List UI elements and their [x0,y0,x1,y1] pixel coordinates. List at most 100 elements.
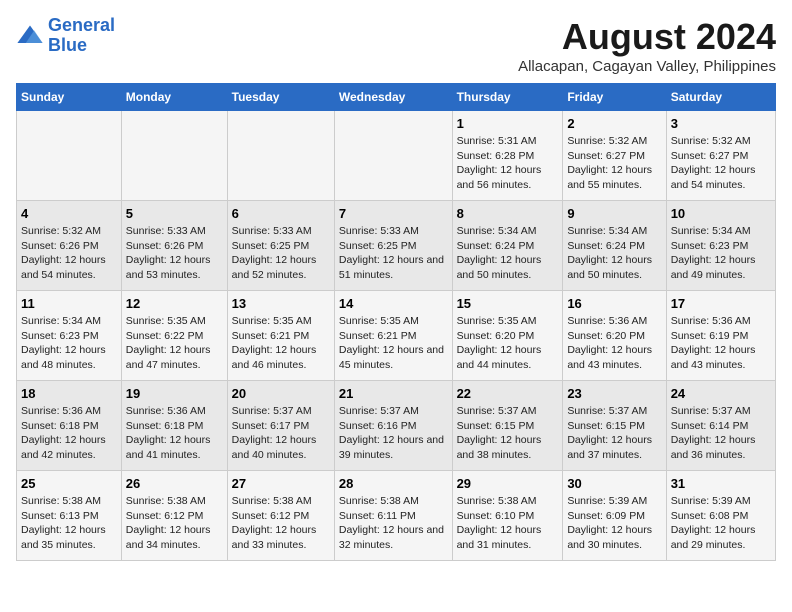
day-info: Sunrise: 5:38 AMSunset: 6:11 PMDaylight:… [339,495,444,551]
day-info: Sunrise: 5:37 AMSunset: 6:14 PMDaylight:… [671,405,756,461]
cell-4-1: 18 Sunrise: 5:36 AMSunset: 6:18 PMDaylig… [17,381,122,471]
day-number: 14 [339,296,448,311]
cell-1-3 [227,111,334,201]
logo-text: General Blue [48,16,115,56]
day-info: Sunrise: 5:35 AMSunset: 6:22 PMDaylight:… [126,315,211,371]
day-number: 6 [232,206,330,221]
day-number: 20 [232,386,330,401]
day-number: 13 [232,296,330,311]
day-info: Sunrise: 5:32 AMSunset: 6:26 PMDaylight:… [21,225,106,281]
week-row-2: 4 Sunrise: 5:32 AMSunset: 6:26 PMDayligh… [17,201,776,291]
day-info: Sunrise: 5:32 AMSunset: 6:27 PMDaylight:… [567,135,652,191]
cell-3-5: 15 Sunrise: 5:35 AMSunset: 6:20 PMDaylig… [452,291,563,381]
cell-4-7: 24 Sunrise: 5:37 AMSunset: 6:14 PMDaylig… [666,381,775,471]
day-number: 17 [671,296,771,311]
day-info: Sunrise: 5:34 AMSunset: 6:23 PMDaylight:… [671,225,756,281]
day-number: 28 [339,476,448,491]
cell-4-2: 19 Sunrise: 5:36 AMSunset: 6:18 PMDaylig… [121,381,227,471]
week-row-1: 1 Sunrise: 5:31 AMSunset: 6:28 PMDayligh… [17,111,776,201]
day-number: 2 [567,116,661,131]
day-info: Sunrise: 5:34 AMSunset: 6:24 PMDaylight:… [457,225,542,281]
day-number: 16 [567,296,661,311]
day-info: Sunrise: 5:37 AMSunset: 6:17 PMDaylight:… [232,405,317,461]
week-row-5: 25 Sunrise: 5:38 AMSunset: 6:13 PMDaylig… [17,471,776,561]
day-info: Sunrise: 5:33 AMSunset: 6:25 PMDaylight:… [232,225,317,281]
cell-1-7: 3 Sunrise: 5:32 AMSunset: 6:27 PMDayligh… [666,111,775,201]
col-saturday: Saturday [666,84,775,111]
day-info: Sunrise: 5:36 AMSunset: 6:19 PMDaylight:… [671,315,756,371]
day-number: 24 [671,386,771,401]
day-number: 12 [126,296,223,311]
cell-2-3: 6 Sunrise: 5:33 AMSunset: 6:25 PMDayligh… [227,201,334,291]
cell-5-5: 29 Sunrise: 5:38 AMSunset: 6:10 PMDaylig… [452,471,563,561]
cell-5-4: 28 Sunrise: 5:38 AMSunset: 6:11 PMDaylig… [334,471,452,561]
cell-2-6: 9 Sunrise: 5:34 AMSunset: 6:24 PMDayligh… [563,201,666,291]
cell-5-1: 25 Sunrise: 5:38 AMSunset: 6:13 PMDaylig… [17,471,122,561]
col-monday: Monday [121,84,227,111]
day-info: Sunrise: 5:38 AMSunset: 6:10 PMDaylight:… [457,495,542,551]
cell-2-4: 7 Sunrise: 5:33 AMSunset: 6:25 PMDayligh… [334,201,452,291]
day-number: 1 [457,116,559,131]
day-info: Sunrise: 5:36 AMSunset: 6:18 PMDaylight:… [126,405,211,461]
day-info: Sunrise: 5:39 AMSunset: 6:08 PMDaylight:… [671,495,756,551]
cell-3-7: 17 Sunrise: 5:36 AMSunset: 6:19 PMDaylig… [666,291,775,381]
day-number: 22 [457,386,559,401]
cell-5-7: 31 Sunrise: 5:39 AMSunset: 6:08 PMDaylig… [666,471,775,561]
cell-3-6: 16 Sunrise: 5:36 AMSunset: 6:20 PMDaylig… [563,291,666,381]
day-number: 15 [457,296,559,311]
day-info: Sunrise: 5:37 AMSunset: 6:15 PMDaylight:… [457,405,542,461]
day-number: 7 [339,206,448,221]
day-info: Sunrise: 5:33 AMSunset: 6:26 PMDaylight:… [126,225,211,281]
col-wednesday: Wednesday [334,84,452,111]
cell-5-2: 26 Sunrise: 5:38 AMSunset: 6:12 PMDaylig… [121,471,227,561]
day-info: Sunrise: 5:33 AMSunset: 6:25 PMDaylight:… [339,225,444,281]
main-title: August 2024 [518,16,776,58]
day-info: Sunrise: 5:39 AMSunset: 6:09 PMDaylight:… [567,495,652,551]
day-info: Sunrise: 5:38 AMSunset: 6:13 PMDaylight:… [21,495,106,551]
logo: General Blue [16,16,115,56]
cell-4-3: 20 Sunrise: 5:37 AMSunset: 6:17 PMDaylig… [227,381,334,471]
cell-1-1 [17,111,122,201]
day-info: Sunrise: 5:37 AMSunset: 6:16 PMDaylight:… [339,405,444,461]
subtitle: Allacapan, Cagayan Valley, Philippines [518,58,776,75]
day-number: 4 [21,206,117,221]
day-info: Sunrise: 5:36 AMSunset: 6:18 PMDaylight:… [21,405,106,461]
day-info: Sunrise: 5:31 AMSunset: 6:28 PMDaylight:… [457,135,542,191]
cell-3-4: 14 Sunrise: 5:35 AMSunset: 6:21 PMDaylig… [334,291,452,381]
title-section: August 2024 Allacapan, Cagayan Valley, P… [518,16,776,75]
day-info: Sunrise: 5:37 AMSunset: 6:15 PMDaylight:… [567,405,652,461]
cell-5-6: 30 Sunrise: 5:39 AMSunset: 6:09 PMDaylig… [563,471,666,561]
cell-4-4: 21 Sunrise: 5:37 AMSunset: 6:16 PMDaylig… [334,381,452,471]
day-number: 27 [232,476,330,491]
col-sunday: Sunday [17,84,122,111]
day-number: 8 [457,206,559,221]
cell-2-5: 8 Sunrise: 5:34 AMSunset: 6:24 PMDayligh… [452,201,563,291]
day-number: 3 [671,116,771,131]
day-info: Sunrise: 5:32 AMSunset: 6:27 PMDaylight:… [671,135,756,191]
cell-1-2 [121,111,227,201]
cell-1-5: 1 Sunrise: 5:31 AMSunset: 6:28 PMDayligh… [452,111,563,201]
page-header: General Blue August 2024 Allacapan, Caga… [16,16,776,75]
week-row-4: 18 Sunrise: 5:36 AMSunset: 6:18 PMDaylig… [17,381,776,471]
week-row-3: 11 Sunrise: 5:34 AMSunset: 6:23 PMDaylig… [17,291,776,381]
day-number: 18 [21,386,117,401]
day-number: 23 [567,386,661,401]
calendar-body: 1 Sunrise: 5:31 AMSunset: 6:28 PMDayligh… [17,111,776,561]
cell-4-5: 22 Sunrise: 5:37 AMSunset: 6:15 PMDaylig… [452,381,563,471]
logo-icon [16,22,44,50]
cell-4-6: 23 Sunrise: 5:37 AMSunset: 6:15 PMDaylig… [563,381,666,471]
calendar-header: Sunday Monday Tuesday Wednesday Thursday… [17,84,776,111]
day-number: 19 [126,386,223,401]
cell-3-1: 11 Sunrise: 5:34 AMSunset: 6:23 PMDaylig… [17,291,122,381]
day-info: Sunrise: 5:34 AMSunset: 6:24 PMDaylight:… [567,225,652,281]
col-thursday: Thursday [452,84,563,111]
day-info: Sunrise: 5:35 AMSunset: 6:20 PMDaylight:… [457,315,542,371]
cell-1-6: 2 Sunrise: 5:32 AMSunset: 6:27 PMDayligh… [563,111,666,201]
cell-1-4 [334,111,452,201]
day-info: Sunrise: 5:35 AMSunset: 6:21 PMDaylight:… [232,315,317,371]
day-number: 25 [21,476,117,491]
day-info: Sunrise: 5:35 AMSunset: 6:21 PMDaylight:… [339,315,444,371]
cell-2-2: 5 Sunrise: 5:33 AMSunset: 6:26 PMDayligh… [121,201,227,291]
cell-2-7: 10 Sunrise: 5:34 AMSunset: 6:23 PMDaylig… [666,201,775,291]
cell-3-3: 13 Sunrise: 5:35 AMSunset: 6:21 PMDaylig… [227,291,334,381]
